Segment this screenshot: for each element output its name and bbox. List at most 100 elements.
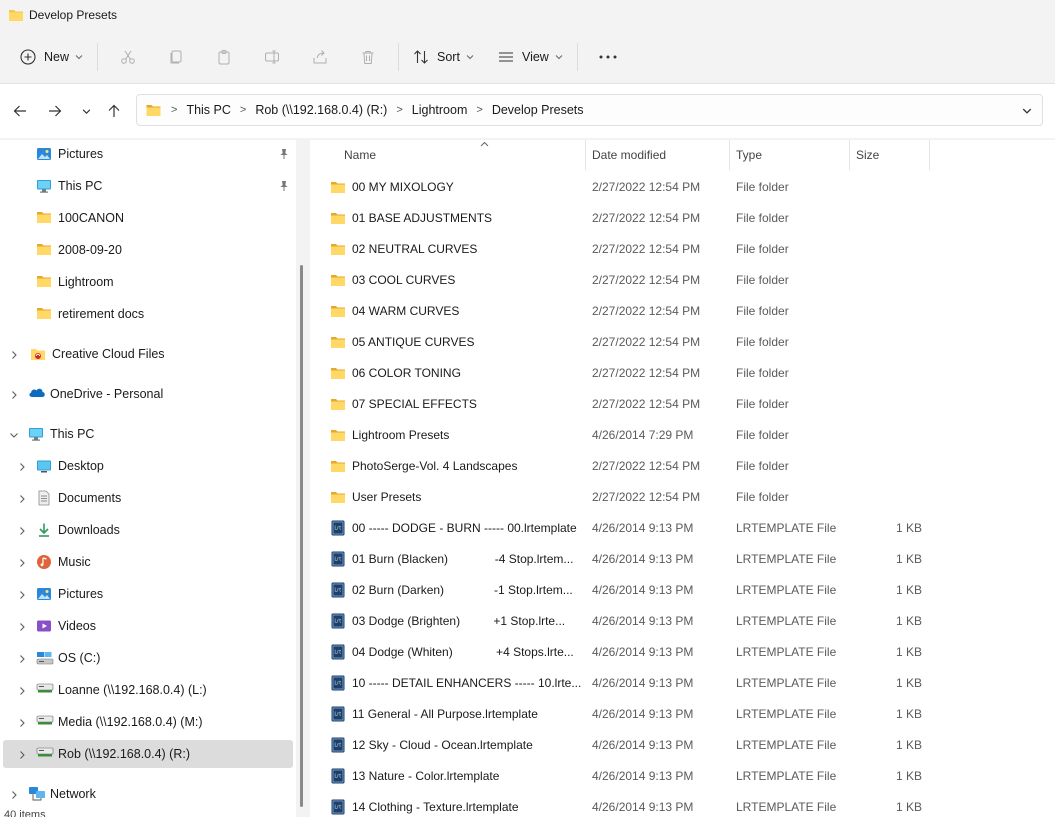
lrtemplate-file-icon: Lrt bbox=[330, 737, 346, 753]
chevron-right-icon[interactable] bbox=[17, 749, 27, 759]
file-row[interactable]: Lrt 12 Sky - Cloud - Ocean.lrtemplate 4/26… bbox=[310, 729, 1055, 760]
back-button[interactable] bbox=[4, 95, 36, 127]
sidebar-item-lightroom[interactable]: Lightroom bbox=[0, 268, 296, 296]
file-row[interactable]: 06 COLOR TONING 2/27/2022 12:54 PM File fo… bbox=[310, 357, 1055, 388]
sidebar-item-documents[interactable]: Documents bbox=[0, 484, 296, 512]
breadcrumb-rob-drive[interactable]: Rob (\\192.168.0.4) (R:) bbox=[255, 103, 387, 117]
folder-icon bbox=[330, 211, 346, 225]
trash-icon bbox=[362, 50, 374, 64]
file-name-cell: Lrt 03 Dodge (Brighten) +1 Stop.lrte... bbox=[330, 605, 585, 636]
file-row[interactable]: Lrt 10 ----- DETAIL ENHANCERS ----- 10.lr… bbox=[310, 667, 1055, 698]
chevron-right-icon[interactable] bbox=[17, 493, 27, 503]
paste-button[interactable] bbox=[200, 41, 248, 73]
more-options-button[interactable] bbox=[584, 41, 632, 73]
up-button[interactable] bbox=[98, 95, 130, 127]
forward-button[interactable] bbox=[39, 95, 71, 127]
file-row[interactable]: 07 SPECIAL EFFECTS 2/27/2022 12:54 PM File… bbox=[310, 388, 1055, 419]
file-row[interactable]: User Presets 2/27/2022 12:54 PM File folde… bbox=[310, 481, 1055, 512]
chevron-right-icon[interactable] bbox=[9, 789, 19, 799]
view-button[interactable]: View bbox=[490, 41, 571, 73]
sidebar-item-network[interactable]: Network bbox=[0, 780, 296, 808]
lrtemplate-file-icon: Lrt bbox=[330, 520, 346, 536]
chevron-right-icon[interactable] bbox=[17, 621, 27, 631]
file-row[interactable]: Lrt 00 ----- DODGE - BURN ----- 00.lrtemp… bbox=[310, 512, 1055, 543]
delete-button[interactable] bbox=[344, 41, 392, 73]
chevron-right-icon[interactable] bbox=[9, 389, 19, 399]
column-header-size[interactable]: Size bbox=[848, 140, 930, 170]
file-row[interactable]: 05 ANTIQUE CURVES 2/27/2022 12:54 PM File … bbox=[310, 326, 1055, 357]
file-type: LRTEMPLATE File bbox=[736, 551, 837, 566]
file-row[interactable]: Lrt 13 Nature - Color.lrtemplate 4/26/2014… bbox=[310, 760, 1055, 791]
file-row[interactable]: 04 WARM CURVES 2/27/2022 12:54 PM File fol… bbox=[310, 295, 1055, 326]
file-row[interactable]: Lrt 04 Dodge (Whiten) +4 Stops.lrte... 4/2… bbox=[310, 636, 1055, 667]
sidebar-item-pictures[interactable]: Pictures bbox=[0, 140, 296, 168]
chevron-down-icon[interactable] bbox=[9, 429, 19, 439]
file-date: 4/26/2014 9:13 PM bbox=[592, 551, 694, 566]
navigation-pane: Pictures This PC 100CANON 2008-09-20 Lightro… bbox=[0, 140, 296, 817]
chevron-right-icon[interactable] bbox=[17, 685, 27, 695]
sidebar-item-pictures[interactable]: Pictures bbox=[0, 580, 296, 608]
file-row[interactable]: Lrt 11 General - All Purpose.lrtemplate 4/… bbox=[310, 698, 1055, 729]
sidebar-item-100canon[interactable]: 100CANON bbox=[0, 204, 296, 232]
address-bar[interactable]: > This PC > Rob (\\192.168.0.4) (R:) > L… bbox=[136, 94, 1043, 126]
sidebar-item-retirement-docs[interactable]: retirement docs bbox=[0, 300, 296, 328]
lrtemplate-file-icon: Lrt bbox=[330, 768, 346, 784]
sort-button[interactable]: Sort bbox=[405, 41, 482, 73]
chevron-right-icon[interactable] bbox=[17, 589, 27, 599]
column-header-type[interactable]: Type bbox=[728, 140, 850, 170]
column-header-date[interactable]: Date modified bbox=[584, 140, 730, 170]
toolbar-separator bbox=[398, 42, 400, 71]
rename-button[interactable] bbox=[248, 41, 296, 73]
sidebar-item-media-192-168-0-4-m[interactable]: Media (\\192.168.0.4) (M:) bbox=[0, 708, 296, 736]
folder-icon bbox=[9, 10, 23, 21]
folder-icon bbox=[330, 459, 346, 473]
file-row[interactable]: Lightroom Presets 4/26/2014 7:29 PM File f… bbox=[310, 419, 1055, 450]
sidebar-item-videos[interactable]: Videos bbox=[0, 612, 296, 640]
sidebar-item-this-pc[interactable]: This PC bbox=[0, 420, 296, 448]
new-label: New bbox=[44, 49, 70, 64]
file-row[interactable]: PhotoSerge-Vol. 4 Landscapes 2/27/2022 12… bbox=[310, 450, 1055, 481]
cut-button[interactable] bbox=[104, 41, 152, 73]
sidebar-item-music[interactable]: Music bbox=[0, 548, 296, 576]
sidebar-item-this-pc[interactable]: This PC bbox=[0, 172, 296, 200]
copy-button[interactable] bbox=[152, 41, 200, 73]
file-date: 4/26/2014 7:29 PM bbox=[592, 427, 694, 442]
address-dropdown-icon[interactable] bbox=[1022, 106, 1032, 116]
file-row[interactable]: Lrt 03 Dodge (Brighten) +1 Stop.lrte... 4/… bbox=[310, 605, 1055, 636]
chevron-right-icon[interactable] bbox=[9, 349, 19, 359]
chevron-right-icon[interactable] bbox=[17, 717, 27, 727]
file-row[interactable]: 01 BASE ADJUSTMENTS 2/27/2022 12:54 PM Fil… bbox=[310, 202, 1055, 233]
file-row[interactable]: 02 NEUTRAL CURVES 2/27/2022 12:54 PM File … bbox=[310, 233, 1055, 264]
navigation-pane-scrollbar[interactable] bbox=[300, 265, 303, 807]
file-name: 02 NEUTRAL CURVES bbox=[352, 241, 478, 256]
sidebar-item-2008-09-20[interactable]: 2008-09-20 bbox=[0, 236, 296, 264]
column-header-name[interactable]: Name bbox=[336, 140, 586, 170]
chevron-right-icon[interactable] bbox=[17, 525, 27, 535]
file-row[interactable]: Lrt 14 Clothing - Texture.lrtemplate 4/26/… bbox=[310, 791, 1055, 817]
new-button[interactable]: New bbox=[12, 41, 91, 73]
share-button[interactable] bbox=[296, 41, 344, 73]
chevron-right-icon[interactable] bbox=[17, 557, 27, 567]
sidebar-item-downloads[interactable]: Downloads bbox=[0, 516, 296, 544]
file-name-cell: Lrt 14 Clothing - Texture.lrtemplate bbox=[330, 791, 585, 817]
breadcrumb-develop-presets[interactable]: Develop Presets bbox=[492, 103, 584, 117]
sidebar-item-os-c[interactable]: OS (C:) bbox=[0, 644, 296, 672]
sidebar-item-onedrive-personal[interactable]: OneDrive - Personal bbox=[0, 380, 296, 408]
breadcrumb-lightroom[interactable]: Lightroom bbox=[412, 103, 468, 117]
breadcrumb-this-pc[interactable]: This PC bbox=[186, 103, 230, 117]
sidebar-item-loanne-192-168-0-4-l[interactable]: Loanne (\\192.168.0.4) (L:) bbox=[0, 676, 296, 704]
file-size: 1 KB bbox=[895, 613, 922, 628]
chevron-right-icon[interactable] bbox=[17, 653, 27, 663]
sidebar-item-rob-192-168-0-4-r[interactable]: Rob (\\192.168.0.4) (R:) bbox=[3, 740, 293, 768]
sidebar-item-creative-cloud-files[interactable]: Creative Cloud Files bbox=[0, 340, 296, 368]
drive-icon bbox=[36, 650, 54, 666]
sidebar-item-desktop[interactable]: Desktop bbox=[0, 452, 296, 480]
file-row[interactable]: 00 MY MIXOLOGY 2/27/2022 12:54 PM File fol… bbox=[310, 171, 1055, 202]
file-row[interactable]: 03 COOL CURVES 2/27/2022 12:54 PM File fol… bbox=[310, 264, 1055, 295]
sidebar-item-label: This PC bbox=[50, 427, 95, 441]
file-row[interactable]: Lrt 02 Burn (Darken) -1 Stop.lrtem... 4/26… bbox=[310, 574, 1055, 605]
file-name: 07 SPECIAL EFFECTS bbox=[352, 396, 477, 411]
chevron-right-icon[interactable] bbox=[17, 461, 27, 471]
file-type: LRTEMPLATE File bbox=[736, 520, 837, 535]
file-row[interactable]: Lrt 01 Burn (Blacken) -4 Stop.lrtem... 4/2… bbox=[310, 543, 1055, 574]
